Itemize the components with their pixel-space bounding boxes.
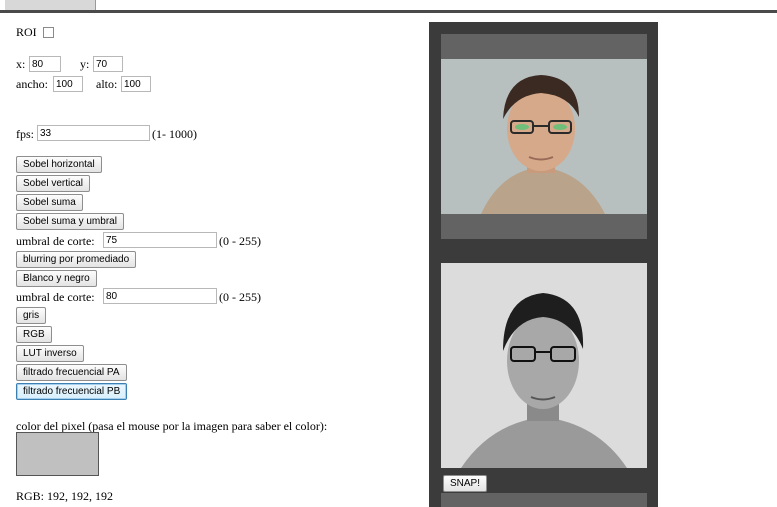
pixel-color-swatch xyxy=(16,432,99,476)
x-input[interactable] xyxy=(29,56,61,72)
snap-button[interactable]: SNAP! xyxy=(443,475,488,492)
x-label: x: xyxy=(16,57,26,71)
umbral-range-2: (0 - 255) xyxy=(219,290,261,304)
alto-input[interactable] xyxy=(121,76,151,92)
y-input[interactable] xyxy=(93,56,123,72)
ancho-label: ancho: xyxy=(16,77,48,91)
umbral-corte-label-1: umbral de corte: xyxy=(16,234,95,248)
umbral-corte-label-2: umbral de corte: xyxy=(16,290,95,304)
rgb-button[interactable]: RGB xyxy=(16,326,52,343)
y-label: y: xyxy=(80,57,90,71)
sobel-suma-umbral-button[interactable]: Sobel suma y umbral xyxy=(16,213,124,230)
toolbar-divider xyxy=(0,10,777,13)
browser-tab[interactable] xyxy=(5,0,96,10)
fps-input[interactable] xyxy=(37,125,150,141)
webcam-face-color xyxy=(441,59,647,214)
panel-gap xyxy=(441,239,647,263)
lut-inverso-button[interactable]: LUT inverso xyxy=(16,345,84,362)
alto-label: alto: xyxy=(96,77,118,91)
sobel-horizontal-button[interactable]: Sobel horizontal xyxy=(16,156,102,173)
browser-top-strip xyxy=(0,0,777,13)
webcam-face-gray xyxy=(441,263,647,468)
rgb-value-text: RGB: 192, 192, 192 xyxy=(16,489,114,503)
snapshot-frame xyxy=(441,493,647,507)
roi-label: ROI xyxy=(16,25,37,39)
fps-range: (1- 1000) xyxy=(152,127,197,141)
fps-label: fps: xyxy=(16,127,34,141)
umbral-range-1: (0 - 255) xyxy=(219,234,261,248)
gris-button[interactable]: gris xyxy=(16,307,47,324)
ancho-input[interactable] xyxy=(53,76,83,92)
umbral-corte-input-2[interactable] xyxy=(103,288,217,304)
blurring-button[interactable]: blurring por promediado xyxy=(16,251,137,268)
filtrado-pb-button[interactable]: filtrado frecuencial PB xyxy=(16,383,128,400)
blanco-negro-button[interactable]: Blanco y negro xyxy=(16,270,97,287)
sobel-suma-button[interactable]: Sobel suma xyxy=(16,194,83,211)
color-video-feed[interactable] xyxy=(441,59,647,214)
umbral-corte-input-1[interactable] xyxy=(103,232,217,248)
gray-video-feed[interactable] xyxy=(441,263,647,468)
filtrado-pa-button[interactable]: filtrado frecuencial PA xyxy=(16,364,127,381)
roi-checkbox[interactable] xyxy=(43,27,54,38)
sobel-vertical-button[interactable]: Sobel vertical xyxy=(16,175,91,192)
